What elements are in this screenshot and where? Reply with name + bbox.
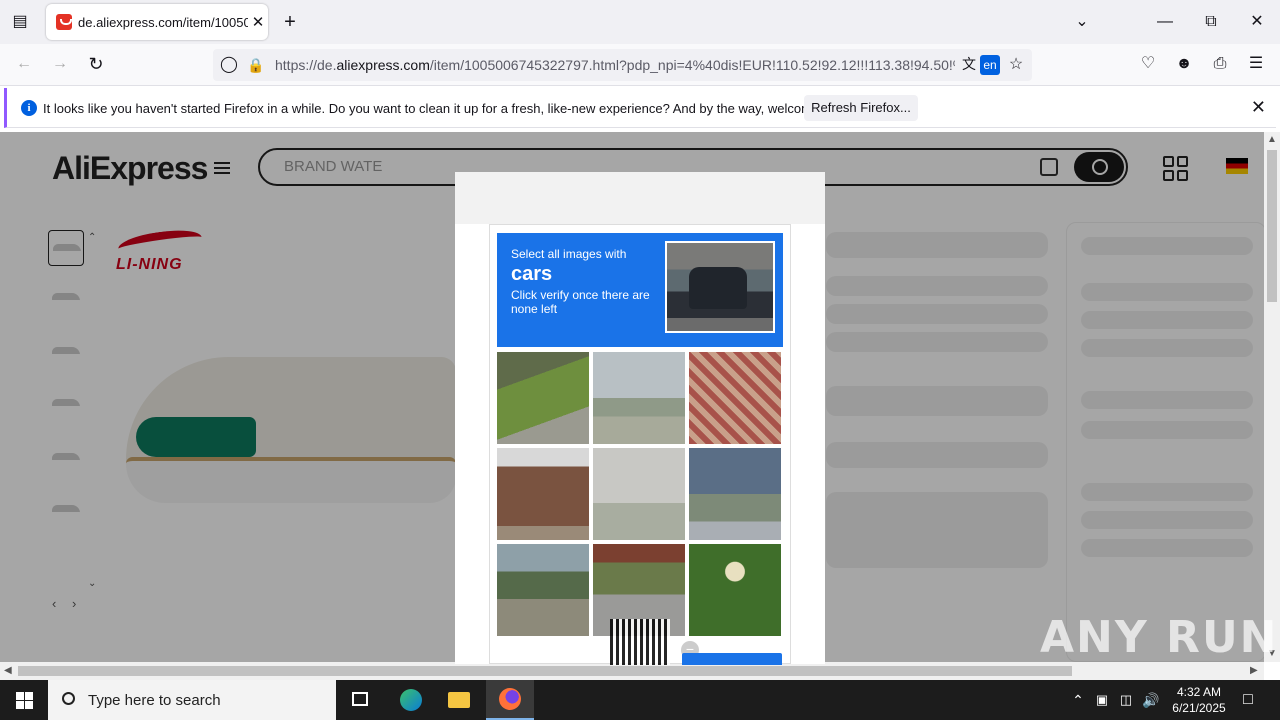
verify-button[interactable]	[682, 653, 782, 665]
captcha-tile[interactable]	[497, 448, 589, 540]
captcha-header-bar	[455, 172, 825, 224]
clock[interactable]: 4:32 AM 6/21/2025	[1160, 684, 1238, 716]
back-icon[interactable]: ←	[14, 54, 34, 74]
window-close-icon[interactable]: ✕	[1247, 12, 1267, 32]
aliexpress-favicon-icon	[56, 14, 72, 30]
account-icon[interactable]: ☻	[1174, 54, 1194, 74]
scrollbar-thumb[interactable]	[18, 666, 1072, 676]
scrollbar-thumb[interactable]	[1267, 150, 1277, 302]
taskbar: Type here to search ⌃ ▣ ◫ 🔊 4:32 AM 6/21…	[0, 680, 1280, 720]
tray-chevron-up-icon[interactable]: ⌃	[1070, 690, 1086, 710]
tab-title: de.aliexpress.com/item/100500	[78, 14, 248, 30]
chevron-down-icon[interactable]: ⌄	[1072, 12, 1092, 32]
captcha-tile[interactable]	[593, 352, 685, 444]
info-icon: i	[21, 100, 37, 116]
bookmark-star-icon[interactable]: ☆	[1006, 55, 1026, 75]
notification-center-icon[interactable]: □	[1238, 690, 1258, 710]
close-icon[interactable]: ✕	[1251, 97, 1266, 118]
clock-time: 4:32 AM	[1176, 685, 1222, 699]
captcha-instruction: Select all images with	[511, 247, 627, 261]
minimize-icon[interactable]: —	[1155, 12, 1175, 32]
captcha-tile[interactable]	[689, 448, 781, 540]
clock-date: 6/21/2025	[1172, 701, 1226, 715]
tab-list-icon[interactable]: ▤	[10, 12, 30, 32]
refresh-firefox-button[interactable]: Refresh Firefox...	[804, 95, 918, 121]
taskbar-search[interactable]: Type here to search	[48, 680, 336, 720]
pocket-icon[interactable]: ♡	[1138, 54, 1158, 74]
start-button[interactable]	[0, 680, 48, 720]
edge-icon[interactable]	[386, 680, 434, 720]
firefox-icon[interactable]	[486, 680, 534, 720]
qr-code-image	[610, 619, 670, 665]
anyrun-watermark: ANY RUN	[1040, 612, 1279, 663]
captcha-prompt: Select all images with cars Click verify…	[497, 233, 783, 347]
menu-icon[interactable]: ☰	[1246, 54, 1266, 74]
captcha-challenge: Select all images with cars Click verify…	[489, 224, 791, 665]
url-text[interactable]: https://de.aliexpress.com/item/100500674…	[275, 57, 955, 73]
restore-icon[interactable]: ⧉	[1201, 12, 1221, 32]
captcha-tile[interactable]	[593, 448, 685, 540]
scroll-left-icon[interactable]: ◀	[4, 665, 12, 676]
captcha-hint: Click verify once there are none left	[511, 288, 650, 316]
url-bar[interactable]: ◯ 🔒 https://de.aliexpress.com/item/10050…	[213, 49, 1032, 81]
tab-bar: ▤ de.aliexpress.com/item/100500 ✕ + ⌄ — …	[0, 0, 1280, 44]
notification-message: It looks like you haven't started Firefo…	[43, 101, 854, 116]
taskbar-search-input[interactable]: Type here to search	[88, 692, 221, 709]
extensions-icon[interactable]: ⎙	[1210, 54, 1230, 74]
shield-icon[interactable]: ◯	[219, 55, 239, 75]
captcha-tile[interactable]	[497, 352, 589, 444]
reload-icon[interactable]: ↻	[86, 54, 106, 74]
captcha-tile[interactable]	[497, 544, 589, 636]
lock-icon[interactable]: 🔒	[247, 55, 264, 75]
translate-button[interactable]: 文 en	[960, 54, 1000, 76]
captcha-tile[interactable]	[689, 544, 781, 636]
network-icon[interactable]: ◫	[1118, 690, 1134, 710]
navigation-bar: ← → ↻ ◯ 🔒 https://de.aliexpress.com/item…	[0, 44, 1280, 86]
captcha-sample-image	[665, 241, 775, 333]
meet-icon[interactable]: ▣	[1094, 690, 1110, 710]
captcha-image-grid	[497, 352, 783, 638]
captcha-modal: Select all images with cars Click verify…	[455, 172, 825, 665]
forward-icon[interactable]: →	[50, 54, 70, 74]
volume-icon[interactable]: 🔊	[1142, 690, 1159, 710]
tab-close-icon[interactable]: ✕	[248, 13, 268, 31]
scroll-right-icon[interactable]: ▶	[1250, 665, 1258, 676]
translate-lang-badge: en	[980, 55, 1000, 75]
file-explorer-icon[interactable]	[434, 680, 482, 720]
new-tab-icon[interactable]: +	[280, 12, 300, 32]
search-icon	[62, 692, 75, 705]
translate-icon: 文	[962, 56, 976, 72]
scroll-up-icon[interactable]: ▲	[1267, 134, 1277, 145]
task-view-icon[interactable]	[336, 680, 384, 720]
notification-bar: i It looks like you haven't started Fire…	[4, 88, 1276, 128]
captcha-tile[interactable]	[689, 352, 781, 444]
captcha-target: cars	[511, 263, 553, 285]
vertical-scrollbar[interactable]: ▲ ▼	[1264, 132, 1280, 662]
browser-tab[interactable]: de.aliexpress.com/item/100500 ✕	[46, 4, 268, 40]
